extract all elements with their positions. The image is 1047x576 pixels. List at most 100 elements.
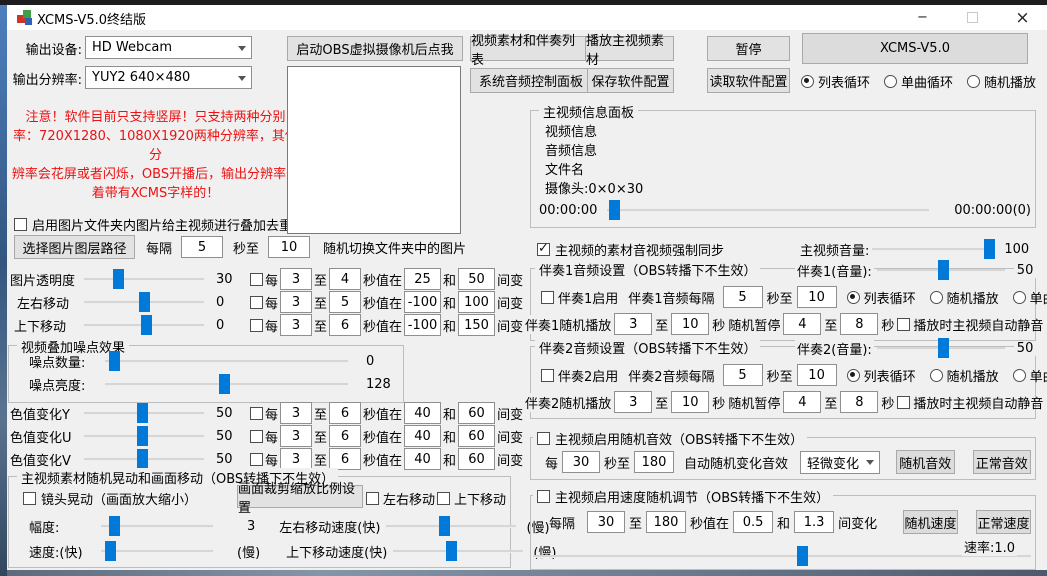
color-u-max-input[interactable] <box>458 425 495 447</box>
save-config-button[interactable]: 保存软件配置 <box>587 68 674 93</box>
material-listbox[interactable] <box>287 66 461 234</box>
acc1-rand-from-input[interactable] <box>614 313 652 335</box>
acc1-volume-slider[interactable] <box>877 260 1005 280</box>
lr-move-to-input[interactable] <box>329 291 361 313</box>
slider-thumb[interactable] <box>137 426 148 446</box>
fx-to-input[interactable] <box>634 451 674 473</box>
ud-move-from-input[interactable] <box>280 314 312 336</box>
ud-move-slider[interactable] <box>84 315 204 335</box>
acc1-mute-checkbox[interactable] <box>897 318 910 331</box>
pause-button[interactable]: 暂停 <box>707 36 790 61</box>
slider-thumb[interactable] <box>938 338 949 358</box>
transparency-min-input[interactable] <box>404 268 441 290</box>
acc2-mute-checkbox[interactable] <box>897 396 910 409</box>
fx-from-input[interactable] <box>562 451 600 473</box>
material-list-button[interactable]: 视频素材和伴奏列表 <box>470 36 587 61</box>
transparency-from-input[interactable] <box>280 268 312 290</box>
fx-normal-button[interactable]: 正常音效 <box>973 450 1031 474</box>
slider-thumb[interactable] <box>113 269 124 289</box>
acc1-to-input[interactable] <box>797 286 837 308</box>
acc2-rand-to-input[interactable] <box>671 391 709 413</box>
slider-thumb[interactable] <box>984 239 995 259</box>
color-v-slider[interactable] <box>84 449 204 469</box>
fx-preset-select[interactable]: 轻微变化 <box>800 451 880 474</box>
slider-thumb[interactable] <box>109 351 120 371</box>
acc1-loop-single-radio[interactable] <box>1013 291 1026 304</box>
transparency-slider[interactable] <box>84 269 204 289</box>
speed-min-input[interactable] <box>733 511 773 533</box>
acc1-loop-random-radio[interactable] <box>930 291 943 304</box>
slider-thumb[interactable] <box>137 449 148 469</box>
slider-thumb[interactable] <box>219 374 230 394</box>
speed-enable-checkbox[interactable] <box>537 490 550 503</box>
acc2-to-input[interactable] <box>797 364 837 386</box>
color-u-auto-checkbox[interactable] <box>250 430 263 443</box>
speed-slider[interactable] <box>533 546 1031 566</box>
load-config-button[interactable]: 读取软件配置 <box>707 68 790 93</box>
acc1-pause-to-input[interactable] <box>840 313 878 335</box>
color-u-to-input[interactable] <box>329 425 361 447</box>
overlay-enable-checkbox[interactable] <box>14 218 27 231</box>
slider-thumb[interactable] <box>137 403 148 423</box>
lr-move-slider[interactable] <box>84 292 204 312</box>
slider-thumb[interactable] <box>797 546 808 566</box>
close-button[interactable]: × <box>1000 5 1045 30</box>
speed-normal-button[interactable]: 正常速度 <box>976 510 1031 534</box>
color-y-to-input[interactable] <box>329 402 361 424</box>
acc2-loop-list-radio[interactable] <box>847 369 860 382</box>
color-v-to-input[interactable] <box>329 448 361 470</box>
noise-count-slider[interactable] <box>105 351 348 371</box>
ud-move-min-input[interactable] <box>404 314 441 336</box>
fx-enable-checkbox[interactable] <box>537 432 550 445</box>
output-resolution-select[interactable]: YUY2 640×480 <box>85 66 252 89</box>
main-volume-slider[interactable] <box>872 239 995 259</box>
acc2-enable-checkbox[interactable] <box>541 369 554 382</box>
acc1-loop-list-radio[interactable] <box>847 291 860 304</box>
shake-ud-checkbox[interactable] <box>437 492 450 505</box>
minimize-button[interactable]: − <box>900 5 945 30</box>
color-u-min-input[interactable] <box>404 425 441 447</box>
acc2-pause-to-input[interactable] <box>840 391 878 413</box>
ud-move-max-input[interactable] <box>458 314 495 336</box>
ud-move-to-input[interactable] <box>329 314 361 336</box>
speed-random-button[interactable]: 随机速度 <box>903 510 958 534</box>
lr-move-auto-checkbox[interactable] <box>250 296 263 309</box>
color-y-min-input[interactable] <box>404 402 441 424</box>
shake-speed-slider[interactable] <box>101 541 213 561</box>
play-main-button[interactable]: 播放主视频素材 <box>585 36 674 61</box>
lr-move-min-input[interactable] <box>404 291 441 313</box>
color-u-from-input[interactable] <box>280 425 312 447</box>
color-v-max-input[interactable] <box>458 448 495 470</box>
acc1-pause-from-input[interactable] <box>783 313 821 335</box>
select-image-path-button[interactable]: 选择图片图层路径 <box>14 235 135 259</box>
color-v-from-input[interactable] <box>280 448 312 470</box>
amp-slider[interactable] <box>101 516 213 536</box>
interval-from-input[interactable] <box>181 236 223 258</box>
slider-thumb[interactable] <box>139 292 150 312</box>
output-device-select[interactable]: HD Webcam <box>85 36 252 59</box>
acc2-volume-slider[interactable] <box>877 338 1005 358</box>
speed-max-input[interactable] <box>794 511 834 533</box>
crop-scale-button[interactable]: 画面裁剪缩放比例设置 <box>237 485 363 508</box>
acc2-pause-from-input[interactable] <box>783 391 821 413</box>
acc2-loop-random-radio[interactable] <box>930 369 943 382</box>
speed-from-input[interactable] <box>587 511 625 533</box>
sync-checkbox[interactable] <box>537 243 550 256</box>
loop-random-radio[interactable] <box>967 75 980 88</box>
start-obs-button[interactable]: 启动OBS虚拟摄像机后点我 <box>287 36 463 61</box>
slider-thumb[interactable] <box>141 315 152 335</box>
loop-single-radio[interactable] <box>884 75 897 88</box>
title-bar[interactable]: XCMS-V5.0终结版 − × <box>7 5 1047 30</box>
interval-to-input[interactable] <box>268 236 310 258</box>
slider-thumb[interactable] <box>938 260 949 280</box>
slider-thumb[interactable] <box>446 541 457 561</box>
color-u-slider[interactable] <box>84 426 204 446</box>
sys-audio-button[interactable]: 系统音频控制面板 <box>470 68 592 93</box>
acc1-rand-to-input[interactable] <box>671 313 709 335</box>
acc2-loop-single-radio[interactable] <box>1013 369 1026 382</box>
color-y-slider[interactable] <box>84 403 204 423</box>
time-slider[interactable] <box>607 200 929 220</box>
ud-speed-slider[interactable] <box>393 541 523 561</box>
slider-thumb[interactable] <box>109 516 120 536</box>
acc1-from-input[interactable] <box>723 286 763 308</box>
